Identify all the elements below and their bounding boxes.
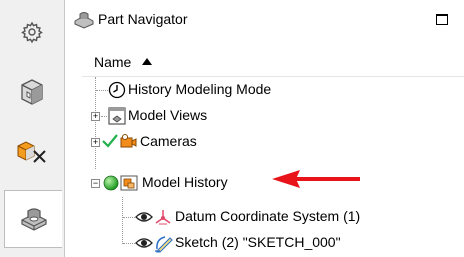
navigator-tree: History Modeling Mode + Model Views + Ca… bbox=[82, 77, 464, 257]
green-status-dot-icon bbox=[103, 175, 119, 191]
constraint-navigator-icon bbox=[17, 141, 46, 163]
model-history-icon bbox=[120, 175, 138, 191]
resource-bar-settings[interactable] bbox=[4, 4, 60, 60]
eye-icon[interactable] bbox=[135, 210, 153, 224]
clock-icon bbox=[108, 81, 126, 99]
sketch-icon bbox=[155, 236, 173, 253]
maximize-button[interactable] bbox=[436, 14, 448, 25]
sort-ascending-icon bbox=[142, 58, 152, 65]
part-navigator-icon bbox=[20, 208, 47, 231]
tree-row-label: Model Views bbox=[128, 107, 208, 123]
tree-row-label: Cameras bbox=[140, 133, 197, 149]
eye-icon[interactable] bbox=[135, 236, 153, 250]
panel-titlebar: Part Navigator bbox=[66, 0, 464, 40]
tree-row-datum-coordinate-system[interactable]: Datum Coordinate System (1) bbox=[82, 204, 464, 230]
camera-icon bbox=[120, 134, 137, 148]
column-header-name[interactable]: Name bbox=[94, 54, 131, 70]
resource-bar-part-navigator[interactable] bbox=[4, 190, 62, 248]
resource-bar-assembly[interactable] bbox=[4, 64, 60, 120]
model-views-icon bbox=[108, 107, 126, 125]
tree-row-label: Datum Coordinate System (1) bbox=[175, 208, 361, 224]
cube-assembly-icon bbox=[21, 79, 43, 105]
tree-row-model-views[interactable]: + Model Views bbox=[82, 103, 464, 129]
panel-title: Part Navigator bbox=[98, 11, 188, 27]
expand-toggle[interactable]: + bbox=[91, 138, 100, 147]
part-navigator-icon bbox=[74, 12, 94, 29]
part-navigator-panel: Part Navigator Name History Modeling Mod… bbox=[66, 0, 464, 257]
tree-row-label: Model History bbox=[142, 174, 228, 190]
collapse-toggle[interactable]: − bbox=[91, 179, 100, 188]
gear-icon bbox=[21, 21, 43, 43]
datum-csys-icon bbox=[155, 210, 171, 225]
green-check-icon bbox=[102, 134, 118, 148]
red-annotation-arrow-icon bbox=[272, 170, 360, 188]
tree-row-history-modeling-mode[interactable]: History Modeling Mode bbox=[82, 77, 464, 103]
resource-bar bbox=[0, 0, 65, 257]
expand-toggle[interactable]: + bbox=[91, 112, 100, 121]
tree-row-label: History Modeling Mode bbox=[128, 81, 272, 97]
tree-row-label: Sketch (2) "SKETCH_000" bbox=[175, 234, 341, 250]
tree-row-sketch[interactable]: Sketch (2) "SKETCH_000" bbox=[82, 230, 464, 256]
resource-bar-constraint-navigator[interactable] bbox=[4, 124, 60, 180]
column-header[interactable]: Name bbox=[82, 50, 464, 77]
tree-row-cameras[interactable]: + Cameras bbox=[82, 129, 464, 155]
